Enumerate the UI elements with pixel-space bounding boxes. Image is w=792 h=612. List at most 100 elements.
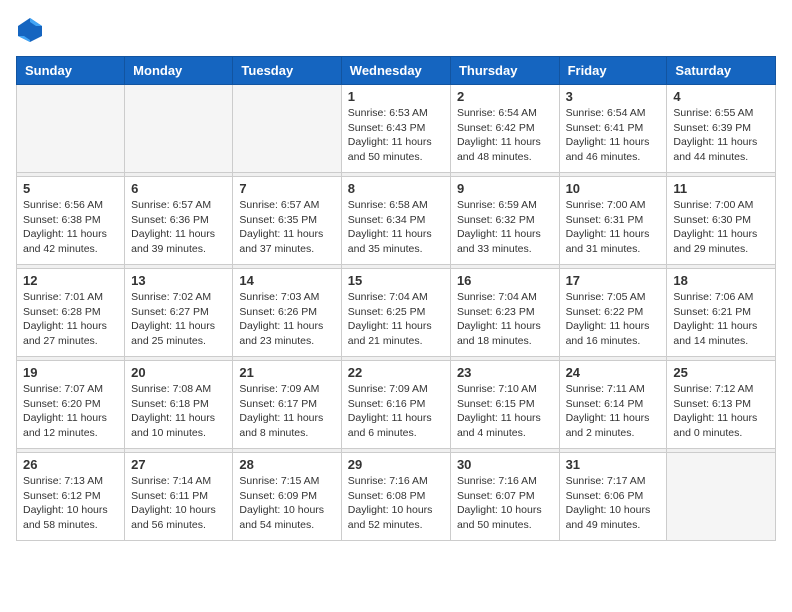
day-info: Sunrise: 7:10 AM Sunset: 6:15 PM Dayligh… [457, 382, 553, 441]
calendar-week-row: 1Sunrise: 6:53 AM Sunset: 6:43 PM Daylig… [17, 85, 776, 173]
day-info: Sunrise: 7:07 AM Sunset: 6:20 PM Dayligh… [23, 382, 118, 441]
day-info: Sunrise: 7:05 AM Sunset: 6:22 PM Dayligh… [566, 290, 661, 349]
calendar-day-cell: 8 Sunrise: 6:58 AM Sunset: 6:34 PM Daylig… [341, 177, 450, 265]
day-info: Sunrise: 7:08 AM Sunset: 6:18 PM Dayligh… [131, 382, 226, 441]
day-info: Sunrise: 6:57 AM Sunset: 6:36 PM Dayligh… [131, 198, 226, 257]
day-info: Sunrise: 7:04 AM Sunset: 6:25 PM Dayligh… [348, 290, 444, 349]
day-info: Sunrise: 7:11 AM Sunset: 6:14 PM Dayligh… [566, 382, 661, 441]
calendar-day-cell: 26 Sunrise: 7:13 AM Sunset: 6:12 PM Dayli… [17, 453, 125, 541]
calendar-day-cell: 30Sunrise: 7:16 AM Sunset: 6:07 PM Dayli… [450, 453, 559, 541]
calendar-day-cell: 15 Sunrise: 7:04 AM Sunset: 6:25 PM Dayli… [341, 269, 450, 357]
day-info: Sunrise: 7:09 AM Sunset: 6:16 PM Dayligh… [348, 382, 444, 441]
calendar-day-cell: 6 Sunrise: 6:57 AM Sunset: 6:36 PM Daylig… [125, 177, 233, 265]
day-info: Sunrise: 6:55 AM Sunset: 6:39 PM Dayligh… [673, 106, 769, 165]
calendar-day-cell: 11 Sunrise: 7:00 AM Sunset: 6:30 PM Dayli… [667, 177, 776, 265]
day-number: 18 [673, 273, 769, 288]
day-number: 2 [457, 89, 553, 104]
day-number: 22 [348, 365, 444, 380]
day-number: 4 [673, 89, 769, 104]
calendar-day-cell: 17Sunrise: 7:05 AM Sunset: 6:22 PM Dayli… [559, 269, 667, 357]
calendar-day-cell: 10 Sunrise: 7:00 AM Sunset: 6:31 PM Dayli… [559, 177, 667, 265]
calendar-day-cell: 16 Sunrise: 7:04 AM Sunset: 6:23 PM Dayli… [450, 269, 559, 357]
calendar-day-cell: 2 Sunrise: 6:54 AM Sunset: 6:42 PM Daylig… [450, 85, 559, 173]
calendar-day-cell: 4 Sunrise: 6:55 AM Sunset: 6:39 PM Daylig… [667, 85, 776, 173]
calendar-day-cell: 1Sunrise: 6:53 AM Sunset: 6:43 PM Daylig… [341, 85, 450, 173]
calendar-day-cell: 23 Sunrise: 7:10 AM Sunset: 6:15 PM Dayli… [450, 361, 559, 449]
calendar-day-cell: 24 Sunrise: 7:11 AM Sunset: 6:14 PM Dayli… [559, 361, 667, 449]
day-number: 29 [348, 457, 444, 472]
day-info: Sunrise: 6:53 AM Sunset: 6:43 PM Dayligh… [348, 106, 444, 165]
day-number: 19 [23, 365, 118, 380]
day-number: 9 [457, 181, 553, 196]
day-info: Sunrise: 7:09 AM Sunset: 6:17 PM Dayligh… [239, 382, 334, 441]
day-number: 12 [23, 273, 118, 288]
day-info: Sunrise: 7:00 AM Sunset: 6:30 PM Dayligh… [673, 198, 769, 257]
day-number: 13 [131, 273, 226, 288]
day-number: 25 [673, 365, 769, 380]
calendar-day-cell: 13 Sunrise: 7:02 AM Sunset: 6:27 PM Dayli… [125, 269, 233, 357]
day-info: Sunrise: 7:02 AM Sunset: 6:27 PM Dayligh… [131, 290, 226, 349]
calendar-day-cell: 9Sunrise: 6:59 AM Sunset: 6:32 PM Daylig… [450, 177, 559, 265]
calendar-day-cell [17, 85, 125, 173]
calendar-day-cell: 25 Sunrise: 7:12 AM Sunset: 6:13 PM Dayli… [667, 361, 776, 449]
day-info: Sunrise: 7:15 AM Sunset: 6:09 PM Dayligh… [239, 474, 334, 533]
day-info: Sunrise: 7:17 AM Sunset: 6:06 PM Dayligh… [566, 474, 661, 533]
day-number: 21 [239, 365, 334, 380]
day-info: Sunrise: 7:01 AM Sunset: 6:28 PM Dayligh… [23, 290, 118, 349]
day-info: Sunrise: 7:14 AM Sunset: 6:11 PM Dayligh… [131, 474, 226, 533]
day-number: 3 [566, 89, 661, 104]
day-info: Sunrise: 6:58 AM Sunset: 6:34 PM Dayligh… [348, 198, 444, 257]
day-info: Sunrise: 7:12 AM Sunset: 6:13 PM Dayligh… [673, 382, 769, 441]
day-number: 5 [23, 181, 118, 196]
day-info: Sunrise: 7:16 AM Sunset: 6:08 PM Dayligh… [348, 474, 444, 533]
day-info: Sunrise: 7:00 AM Sunset: 6:31 PM Dayligh… [566, 198, 661, 257]
logo [16, 16, 48, 44]
day-number: 28 [239, 457, 334, 472]
calendar-header-row: SundayMondayTuesdayWednesdayThursdayFrid… [17, 57, 776, 85]
day-info: Sunrise: 6:54 AM Sunset: 6:41 PM Dayligh… [566, 106, 661, 165]
calendar-day-cell: 3 Sunrise: 6:54 AM Sunset: 6:41 PM Daylig… [559, 85, 667, 173]
page-header [16, 16, 776, 44]
day-number: 7 [239, 181, 334, 196]
calendar-day-cell: 27Sunrise: 7:14 AM Sunset: 6:11 PM Dayli… [125, 453, 233, 541]
day-number: 23 [457, 365, 553, 380]
calendar-week-row: 5 Sunrise: 6:56 AM Sunset: 6:38 PM Daylig… [17, 177, 776, 265]
calendar-day-cell: 12 Sunrise: 7:01 AM Sunset: 6:28 PM Dayli… [17, 269, 125, 357]
day-number: 14 [239, 273, 334, 288]
day-info: Sunrise: 7:06 AM Sunset: 6:21 PM Dayligh… [673, 290, 769, 349]
day-number: 15 [348, 273, 444, 288]
day-info: Sunrise: 6:54 AM Sunset: 6:42 PM Dayligh… [457, 106, 553, 165]
calendar-day-cell [233, 85, 341, 173]
logo-icon [16, 16, 44, 44]
day-info: Sunrise: 7:04 AM Sunset: 6:23 PM Dayligh… [457, 290, 553, 349]
calendar-day-cell: 7 Sunrise: 6:57 AM Sunset: 6:35 PM Daylig… [233, 177, 341, 265]
day-number: 10 [566, 181, 661, 196]
calendar-day-cell: 19 Sunrise: 7:07 AM Sunset: 6:20 PM Dayli… [17, 361, 125, 449]
day-number: 30 [457, 457, 553, 472]
weekday-header: Tuesday [233, 57, 341, 85]
calendar-day-cell [667, 453, 776, 541]
day-number: 6 [131, 181, 226, 196]
calendar-day-cell: 21 Sunrise: 7:09 AM Sunset: 6:17 PM Dayli… [233, 361, 341, 449]
day-number: 26 [23, 457, 118, 472]
calendar-day-cell: 22 Sunrise: 7:09 AM Sunset: 6:16 PM Dayli… [341, 361, 450, 449]
weekday-header: Saturday [667, 57, 776, 85]
calendar-day-cell: 29 Sunrise: 7:16 AM Sunset: 6:08 PM Dayli… [341, 453, 450, 541]
day-info: Sunrise: 7:13 AM Sunset: 6:12 PM Dayligh… [23, 474, 118, 533]
day-info: Sunrise: 7:03 AM Sunset: 6:26 PM Dayligh… [239, 290, 334, 349]
calendar: SundayMondayTuesdayWednesdayThursdayFrid… [16, 56, 776, 541]
day-number: 11 [673, 181, 769, 196]
day-number: 24 [566, 365, 661, 380]
day-info: Sunrise: 6:56 AM Sunset: 6:38 PM Dayligh… [23, 198, 118, 257]
weekday-header: Wednesday [341, 57, 450, 85]
day-info: Sunrise: 6:57 AM Sunset: 6:35 PM Dayligh… [239, 198, 334, 257]
calendar-day-cell: 31 Sunrise: 7:17 AM Sunset: 6:06 PM Dayli… [559, 453, 667, 541]
calendar-day-cell: 5 Sunrise: 6:56 AM Sunset: 6:38 PM Daylig… [17, 177, 125, 265]
calendar-week-row: 26 Sunrise: 7:13 AM Sunset: 6:12 PM Dayli… [17, 453, 776, 541]
day-number: 16 [457, 273, 553, 288]
calendar-week-row: 19 Sunrise: 7:07 AM Sunset: 6:20 PM Dayli… [17, 361, 776, 449]
calendar-day-cell: 14 Sunrise: 7:03 AM Sunset: 6:26 PM Dayli… [233, 269, 341, 357]
day-number: 31 [566, 457, 661, 472]
calendar-day-cell: 20Sunrise: 7:08 AM Sunset: 6:18 PM Dayli… [125, 361, 233, 449]
day-number: 8 [348, 181, 444, 196]
